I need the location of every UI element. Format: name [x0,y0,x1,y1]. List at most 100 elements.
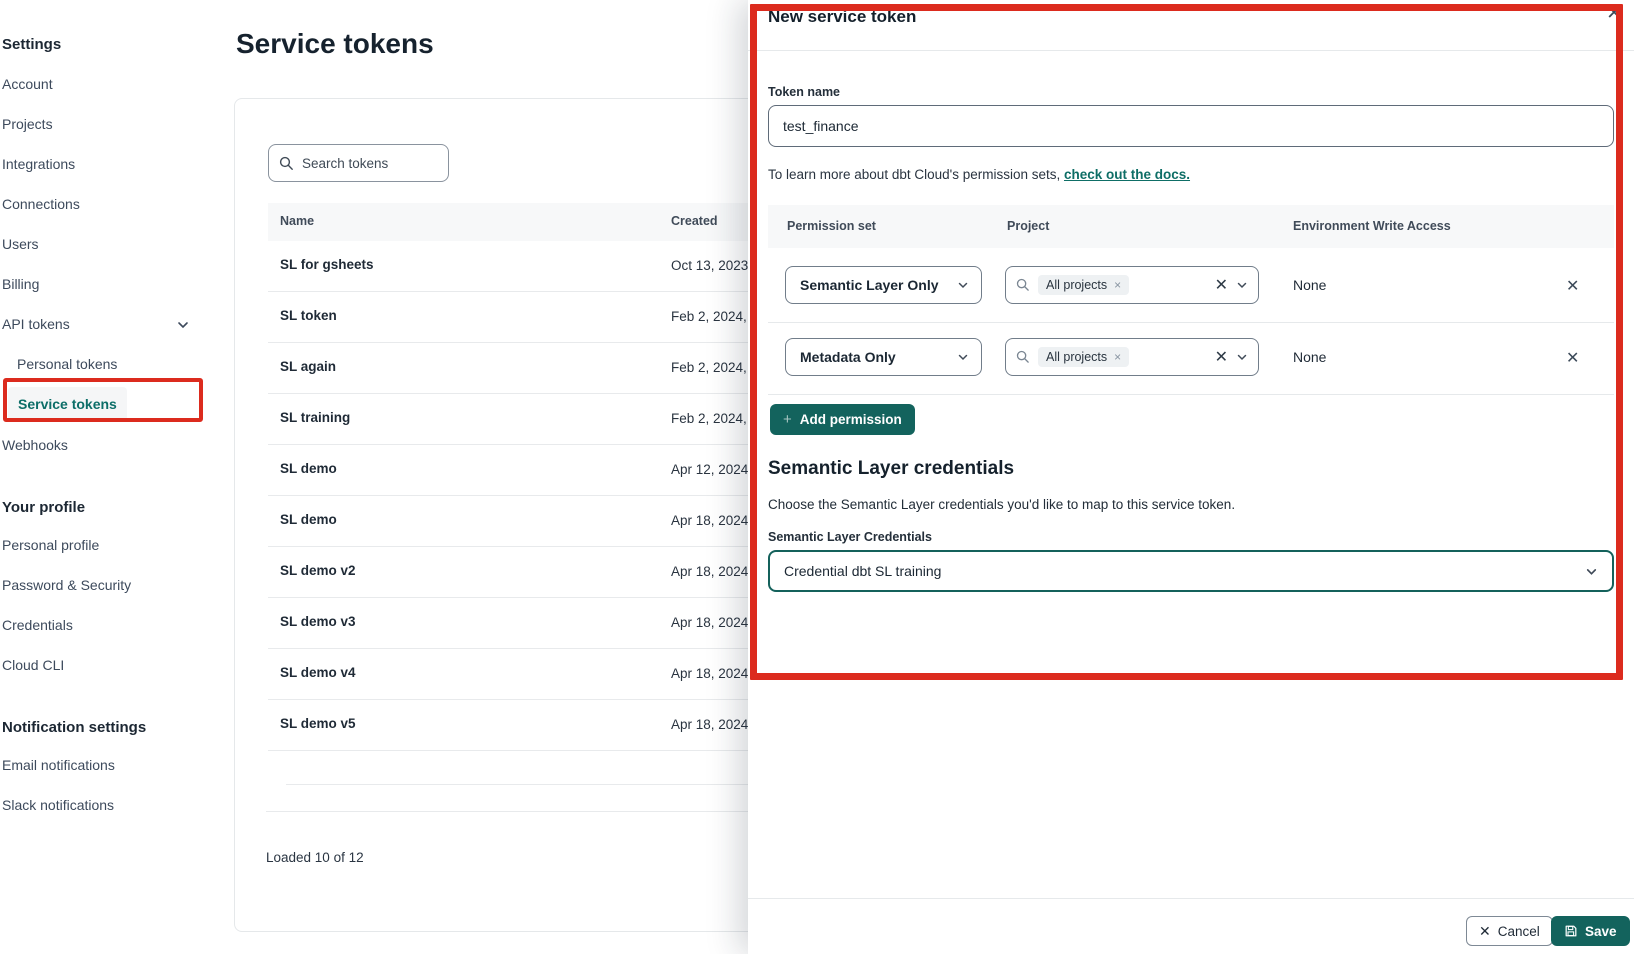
column-header-environment-write-access: Environment Write Access [1293,219,1451,233]
sidebar-item-webhooks[interactable]: Webhooks [2,437,68,453]
divider [748,50,1634,51]
sidebar-item-billing[interactable]: Billing [2,276,39,292]
clear-selection-icon[interactable]: ✕ [1215,275,1228,295]
drawer-title: New service token [768,7,916,27]
column-header-project: Project [1007,219,1049,233]
page-title: Service tokens [236,28,434,60]
token-created-cell: Feb 2, 2024, 1 [671,309,758,324]
permission-set-value: Metadata Only [800,349,896,365]
token-created-cell: Oct 13, 2023, [671,258,752,273]
project-chip-label: All projects [1046,350,1107,364]
search-icon [279,156,294,171]
cancel-button[interactable]: ✕ Cancel [1466,916,1553,946]
search-tokens-field[interactable] [268,144,449,182]
project-chip: All projects × [1038,347,1129,367]
project-multiselect[interactable]: All projects × ✕ [1005,266,1259,304]
close-icon: ✕ [1479,923,1491,940]
sidebar-item-slack-notifications[interactable]: Slack notifications [2,797,114,813]
column-header-permission-set: Permission set [787,219,876,233]
save-button[interactable]: Save [1551,916,1630,946]
remove-permission-icon[interactable]: ✕ [1566,348,1579,368]
chevron-down-icon [957,279,969,291]
sidebar-item-personal-tokens[interactable]: Personal tokens [17,356,117,372]
token-created-cell: Apr 18, 2024, [671,564,752,579]
token-name-cell: SL training [280,410,350,425]
save-icon [1564,924,1578,938]
token-name-cell: SL demo v2 [280,563,356,578]
sidebar-item-connections[interactable]: Connections [2,196,80,212]
sidebar-heading-your-profile: Your profile [2,499,85,516]
search-icon [1016,278,1030,292]
chevron-down-icon [1585,565,1598,578]
save-label: Save [1585,924,1617,939]
project-chip-label: All projects [1046,278,1107,292]
search-input[interactable] [302,156,422,171]
semantic-layer-credentials-heading: Semantic Layer credentials [768,458,1014,480]
sidebar-item-personal-profile[interactable]: Personal profile [2,537,99,553]
token-created-cell: Feb 2, 2024, 1 [671,360,758,375]
token-created-cell: Apr 12, 2024, [671,462,752,477]
sidebar-item-credentials[interactable]: Credentials [2,617,73,633]
token-created-cell: Apr 18, 2024, [671,717,752,732]
column-header-name: Name [280,214,314,228]
token-name-cell: SL demo [280,512,337,527]
divider [768,322,1614,323]
pagination-status: Loaded 10 of 12 [266,850,364,865]
divider [768,394,1614,395]
sidebar-item-projects[interactable]: Projects [2,116,53,132]
settings-sidebar: Settings Account Projects Integrations C… [0,0,212,954]
chip-remove-icon[interactable]: × [1114,350,1121,364]
docs-link[interactable]: check out the docs. [1064,167,1190,182]
cancel-label: Cancel [1498,924,1540,939]
sidebar-item-email-notifications[interactable]: Email notifications [2,757,115,773]
chevron-down-icon[interactable] [1236,351,1248,363]
docs-text: To learn more about dbt Cloud's permissi… [768,167,1064,182]
chevron-down-icon [957,351,969,363]
permission-set-select[interactable]: Semantic Layer Only [785,266,982,304]
token-created-cell: Apr 18, 2024, [671,666,752,681]
docs-help-text: To learn more about dbt Cloud's permissi… [768,167,1190,182]
token-name-cell: SL again [280,359,336,374]
new-service-token-drawer: New service token ✕ Token name To learn … [748,0,1634,954]
token-name-cell: SL token [280,308,337,323]
sidebar-heading-settings: Settings [2,36,61,53]
chevron-down-icon[interactable] [1236,279,1248,291]
chevron-down-icon[interactable] [176,318,190,332]
close-icon[interactable]: ✕ [1606,2,1622,25]
token-name-cell: SL for gsheets [280,257,374,272]
sidebar-item-users[interactable]: Users [2,236,39,252]
permission-set-value: Semantic Layer Only [800,277,939,293]
permissions-header-row [768,205,1614,248]
token-name-cell: SL demo v4 [280,665,356,680]
sidebar-item-password-security[interactable]: Password & Security [2,577,131,593]
sidebar-item-api-tokens[interactable]: API tokens [2,316,70,332]
sidebar-heading-notification-settings: Notification settings [2,719,146,736]
search-icon [1016,350,1030,364]
write-access-value: None [1293,349,1326,365]
permission-set-select[interactable]: Metadata Only [785,338,982,376]
semantic-layer-credentials-select[interactable]: Credential dbt SL training [768,550,1614,592]
semantic-layer-credentials-description: Choose the Semantic Layer credentials yo… [768,497,1235,512]
sidebar-item-account[interactable]: Account [2,76,53,92]
add-permission-button[interactable]: + Add permission [770,404,915,435]
project-multiselect[interactable]: All projects × ✕ [1005,338,1259,376]
sidebar-item-cloud-cli[interactable]: Cloud CLI [2,657,64,673]
token-name-input[interactable] [768,105,1614,147]
clear-selection-icon[interactable]: ✕ [1215,347,1228,367]
credential-value: Credential dbt SL training [784,563,941,579]
plus-icon: + [783,411,792,428]
sidebar-item-service-tokens[interactable]: Service tokens [8,387,127,421]
token-name-cell: SL demo [280,461,337,476]
token-name-cell: SL demo v5 [280,716,356,731]
chip-remove-icon[interactable]: × [1114,278,1121,292]
sidebar-item-integrations[interactable]: Integrations [2,156,75,172]
project-chip: All projects × [1038,275,1129,295]
write-access-value: None [1293,277,1326,293]
remove-permission-icon[interactable]: ✕ [1566,276,1579,296]
token-created-cell: Feb 2, 2024, 2 [671,411,758,426]
token-name-label: Token name [768,85,840,99]
token-name-cell: SL demo v3 [280,614,356,629]
column-header-created: Created [671,214,718,228]
divider [748,898,1634,899]
token-created-cell: Apr 18, 2024, [671,513,752,528]
